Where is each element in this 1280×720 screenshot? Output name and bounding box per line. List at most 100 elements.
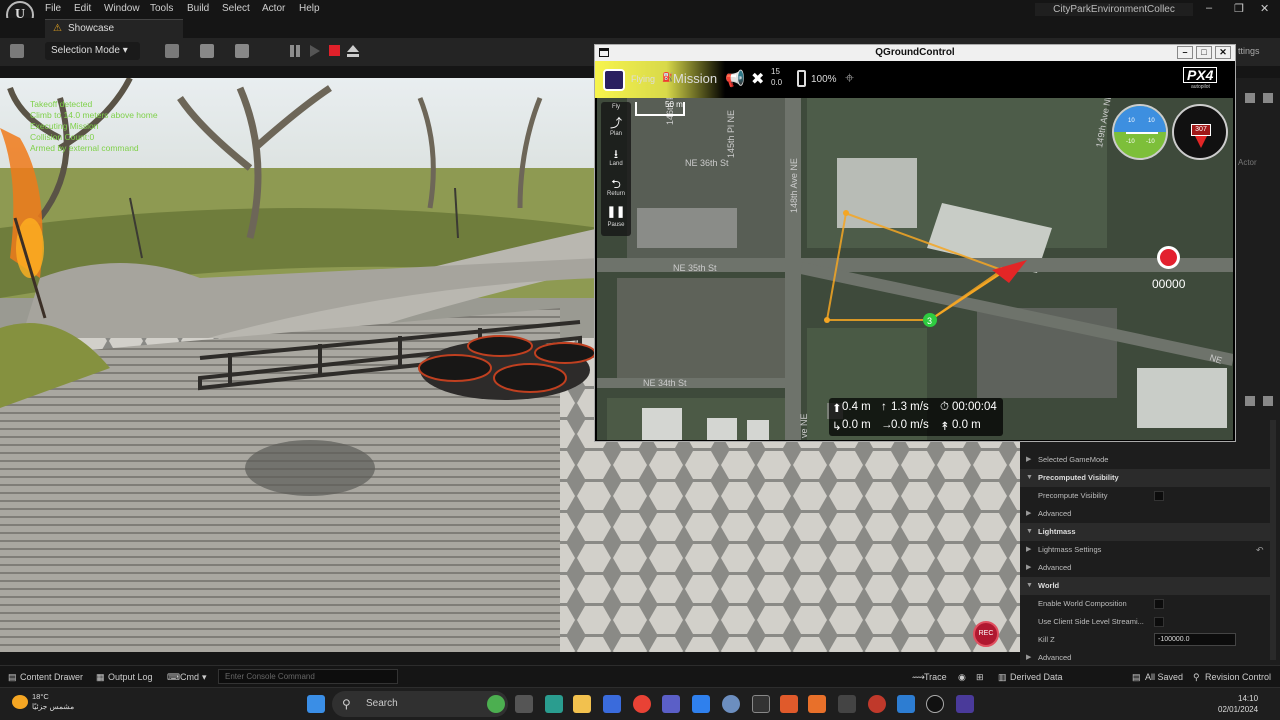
terminal-icon[interactable]	[752, 695, 770, 713]
reset-icon[interactable]: ↶	[1256, 541, 1264, 559]
menu-help[interactable]: Help	[299, 3, 320, 14]
cinematics-icon[interactable]	[235, 44, 249, 58]
collapse-arrow-icon[interactable]: ▼	[1026, 469, 1033, 487]
menu-edit[interactable]: Edit	[74, 3, 91, 14]
content-drawer-button[interactable]: Content Drawer	[20, 672, 83, 682]
category-world[interactable]: ▼ World	[1020, 577, 1270, 595]
eject-button[interactable]	[347, 45, 359, 57]
revision-control-button[interactable]: Revision Control	[1205, 672, 1271, 682]
mission-label[interactable]: Mission	[673, 71, 717, 86]
weather-widget[interactable]: 18°C مشمس جزئيًا	[32, 692, 74, 712]
world-composition-checkbox[interactable]	[1154, 599, 1164, 609]
client-streaming-checkbox[interactable]	[1154, 617, 1164, 627]
all-saved-button[interactable]: All Saved	[1145, 672, 1183, 682]
settings-label[interactable]: ttings	[1238, 46, 1260, 56]
kill-z-input[interactable]: -100000.0	[1154, 633, 1236, 646]
blueprint-icon[interactable]	[200, 44, 214, 58]
precompute-visibility-checkbox[interactable]	[1154, 491, 1164, 501]
qgc-tool-strip: Fly ⤴ Plan ⭳ Land ⮌ Return ❚❚ Pause	[601, 102, 631, 236]
vscode-icon[interactable]	[692, 695, 710, 713]
record-video-button[interactable]	[1157, 246, 1180, 269]
windows-start-icon[interactable]	[307, 695, 325, 713]
settings-gear-icon[interactable]	[1263, 396, 1273, 406]
copilot-icon[interactable]	[487, 695, 505, 713]
app-icon[interactable]	[780, 695, 798, 713]
taskbar-search[interactable]: ⚲ Search	[332, 691, 508, 717]
menu-tools[interactable]: Tools	[150, 3, 173, 14]
qgc-taskbar-icon[interactable]	[956, 695, 974, 713]
app-icon[interactable]	[545, 695, 563, 713]
qgc-map[interactable]: 146th Pl NE NE 36th St 145th Pl NE 148th…	[597, 98, 1233, 440]
derived-data-button[interactable]: Derived Data	[1010, 672, 1063, 682]
close-icon[interactable]: ✕	[1260, 2, 1269, 15]
settings-icon[interactable]: ◉	[958, 672, 966, 683]
grid-icon[interactable]	[1245, 396, 1255, 406]
qgc-maximize-icon[interactable]: □	[1196, 46, 1212, 59]
stop-button[interactable]	[329, 45, 340, 56]
menu-actor[interactable]: Actor	[262, 3, 285, 14]
file-explorer-icon[interactable]	[573, 695, 591, 713]
category-precomputed-visibility[interactable]: ▼ Precomputed Visibility	[1020, 469, 1270, 487]
menu-file[interactable]: File	[45, 3, 61, 14]
trace-button[interactable]: Trace	[924, 672, 947, 682]
app-icon[interactable]	[838, 695, 856, 713]
details-row-advanced[interactable]: ▶ Advanced	[1020, 559, 1270, 577]
qgc-minimize-icon[interactable]: –	[1177, 46, 1193, 59]
chrome-icon[interactable]	[633, 695, 651, 713]
menu-select[interactable]: Select	[222, 3, 250, 14]
console-input[interactable]: Enter Console Command	[218, 669, 398, 684]
qgroundcontrol-window[interactable]: QGroundControl – □ ✕ Flying ⛽ Mission 📢 …	[594, 44, 1236, 442]
pause-icon[interactable]: ❚❚	[601, 205, 631, 218]
pitch-mark: 10	[1128, 118, 1135, 124]
gps-target-icon[interactable]: ⌖	[845, 70, 854, 88]
app-icon[interactable]	[722, 695, 740, 713]
play-button[interactable]	[310, 45, 320, 57]
pause-button[interactable]	[288, 44, 302, 58]
fly-tool[interactable]: Fly	[601, 104, 631, 110]
store-icon[interactable]	[603, 695, 621, 713]
add-content-icon[interactable]	[165, 44, 179, 58]
satellite-icon[interactable]: ✖	[751, 69, 764, 89]
app-icon[interactable]	[808, 695, 826, 713]
record-button[interactable]: REC	[973, 621, 999, 647]
settings-gear-icon[interactable]	[1263, 93, 1273, 103]
task-view-icon[interactable]	[515, 695, 533, 713]
collapse-arrow-icon[interactable]: ▼	[1026, 577, 1033, 595]
details-row-advanced[interactable]: ▶ Advanced	[1020, 649, 1270, 664]
expand-arrow-icon[interactable]: ▶	[1026, 451, 1031, 469]
expand-arrow-icon[interactable]: ▶	[1026, 559, 1031, 577]
details-row-advanced[interactable]: ▶ Advanced	[1020, 505, 1270, 523]
save-icon[interactable]	[10, 44, 24, 58]
qgc-close-icon[interactable]: ✕	[1215, 46, 1231, 59]
collapse-arrow-icon[interactable]: ▼	[1026, 523, 1033, 541]
maximize-icon[interactable]: ❐	[1234, 2, 1244, 15]
megaphone-icon[interactable]: 📢	[725, 69, 745, 89]
selection-mode-dropdown[interactable]: Selection Mode ▾	[45, 42, 140, 60]
battery-icon[interactable]	[797, 70, 806, 87]
chevron-down-icon[interactable]: ▾	[202, 672, 207, 683]
plan-icon[interactable]: ⤴	[601, 114, 631, 131]
menu-build[interactable]: Build	[187, 3, 209, 14]
weather-icon[interactable]	[12, 695, 28, 709]
panel-icon[interactable]	[1245, 93, 1255, 103]
network-icon[interactable]: ⊞	[976, 672, 984, 683]
tab-showcase[interactable]: ⚠ Showcase	[45, 19, 183, 38]
output-log-button[interactable]: Output Log	[108, 672, 153, 682]
taskbar-clock[interactable]: 14:10 02/01/2024	[1218, 693, 1258, 715]
details-row-lightmass-settings[interactable]: ▶ Lightmass Settings ↶	[1020, 541, 1270, 559]
menu-window[interactable]: Window	[104, 3, 140, 14]
minimize-icon[interactable]: –	[1206, 2, 1212, 14]
app-icon[interactable]	[662, 695, 680, 713]
expand-arrow-icon[interactable]: ▶	[1026, 541, 1031, 559]
details-scrollbar[interactable]	[1270, 420, 1276, 660]
app-icon[interactable]	[868, 695, 886, 713]
qgc-logo-icon[interactable]	[603, 69, 625, 91]
flight-mode-label[interactable]: Flying	[631, 74, 655, 84]
category-lightmass[interactable]: ▼ Lightmass	[1020, 523, 1270, 541]
unreal-taskbar-icon[interactable]	[926, 695, 944, 713]
details-row-selected-gamemode[interactable]: ▶ Selected GameMode	[1020, 451, 1270, 469]
cmd-dropdown[interactable]: Cmd	[180, 672, 199, 682]
expand-arrow-icon[interactable]: ▶	[1026, 505, 1031, 523]
app-icon[interactable]	[897, 695, 915, 713]
qgc-titlebar[interactable]: QGroundControl – □ ✕	[595, 45, 1235, 61]
